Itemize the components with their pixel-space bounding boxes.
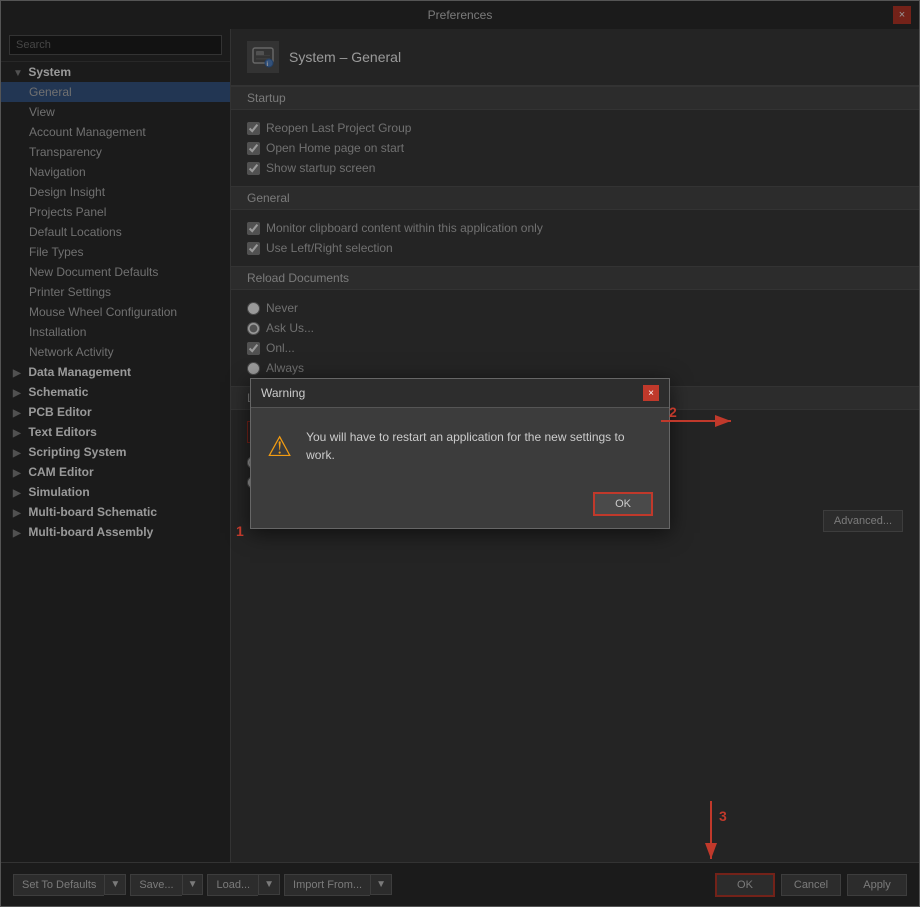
dialog-close-button[interactable]: ×	[643, 385, 659, 401]
dialog-footer: OK	[251, 484, 669, 528]
preferences-window: Preferences × ▼ SystemGeneralViewAccount…	[0, 0, 920, 907]
dialog-title: Warning	[261, 386, 305, 400]
dialog-ok-button[interactable]: OK	[593, 492, 653, 516]
dialog-body: ⚠ You will have to restart an applicatio…	[251, 408, 669, 484]
dialog-overlay: Warning × ⚠ You will have to restart an …	[1, 1, 919, 906]
warning-icon: ⚠	[267, 430, 292, 463]
warning-dialog: Warning × ⚠ You will have to restart an …	[250, 378, 670, 529]
dialog-message: You will have to restart an application …	[306, 428, 653, 464]
dialog-title-bar: Warning ×	[251, 379, 669, 408]
